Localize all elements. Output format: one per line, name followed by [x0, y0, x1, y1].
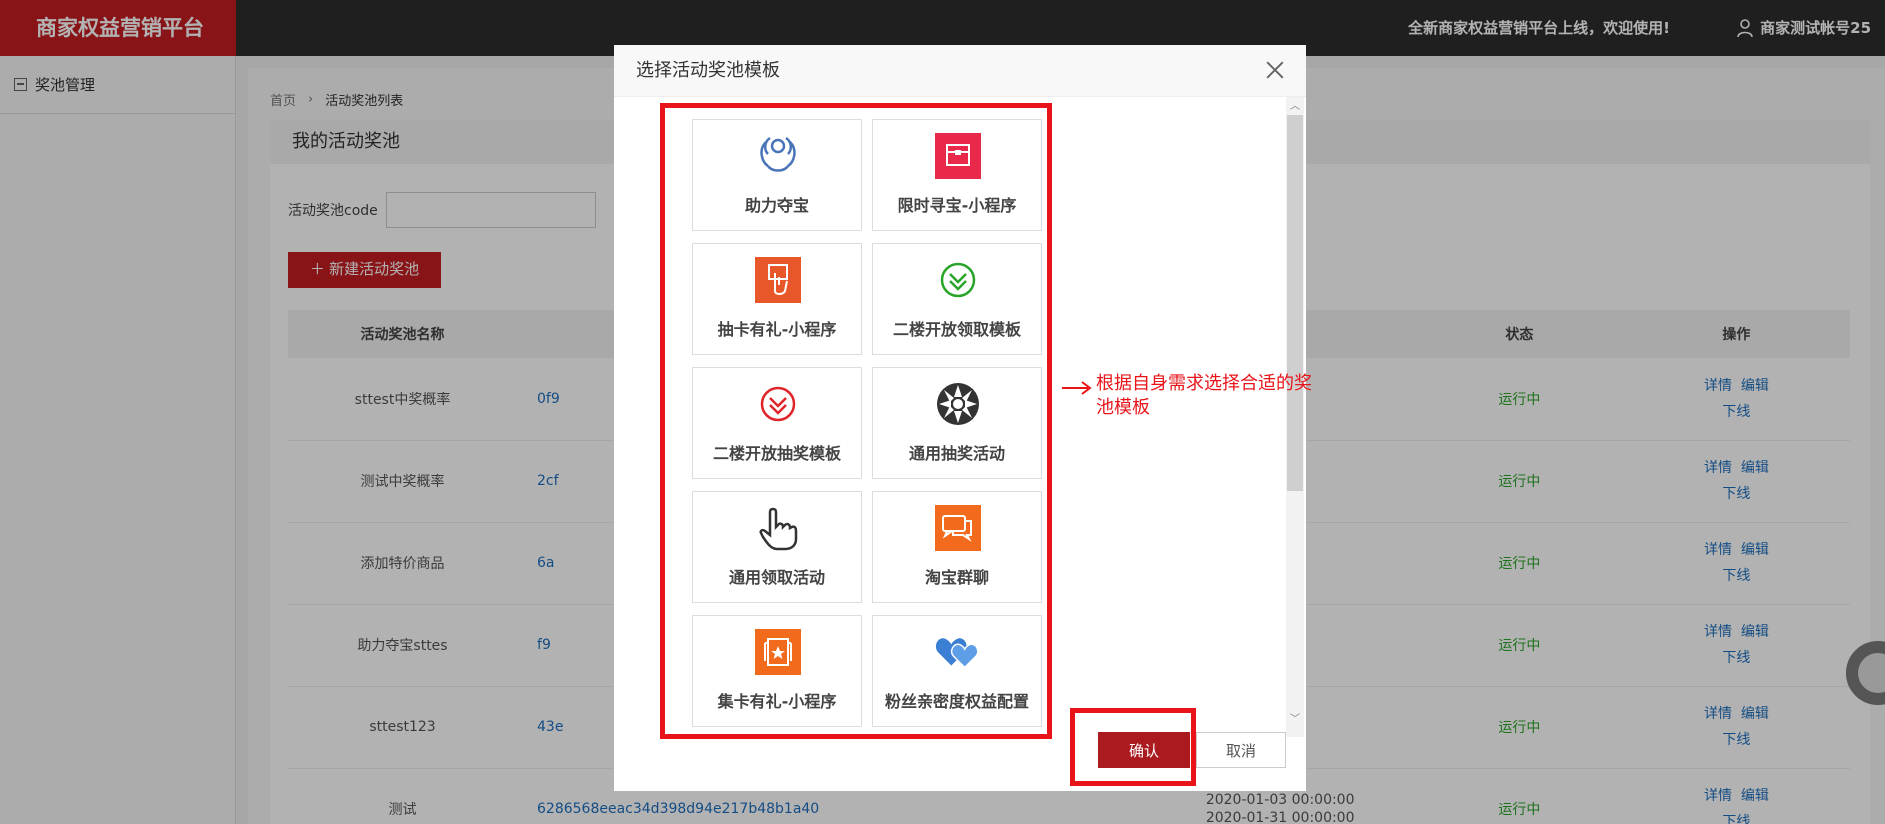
template-label: 二楼开放抽奖模板 [712, 444, 841, 463]
template-label: 通用抽奖活动 [908, 444, 1005, 463]
double-chevron-green-icon [934, 256, 982, 304]
close-icon[interactable] [1260, 55, 1290, 85]
template-label: 淘宝群聊 [924, 568, 989, 587]
star-card-icon [754, 628, 802, 676]
treasure-chest-icon [934, 132, 982, 180]
template-label: 集卡有礼-小程序 [717, 692, 837, 711]
template-label: 抽卡有礼-小程序 [717, 320, 837, 339]
template-card-help-treasure[interactable]: 助力夺宝 [692, 119, 862, 231]
template-card-general-claim[interactable]: 通用领取活动 [692, 491, 862, 603]
arrow-right-icon [1062, 381, 1092, 395]
template-card-second-floor-lottery[interactable]: 二楼开放抽奖模板 [692, 367, 862, 479]
confirm-button[interactable]: 确认 [1098, 732, 1190, 768]
template-label: 粉丝亲密度权益配置 [884, 692, 1029, 711]
template-card-collect-card[interactable]: 集卡有礼-小程序 [692, 615, 862, 727]
wheel-icon [934, 380, 982, 428]
dialog-title: 选择活动奖池模板 [614, 45, 1306, 97]
template-label: 助力夺宝 [744, 196, 809, 215]
template-label: 限时寻宝-小程序 [897, 196, 1017, 215]
cancel-button[interactable]: 取消 [1196, 732, 1286, 768]
template-label: 二楼开放领取模板 [892, 320, 1021, 339]
scrollbar-thumb[interactable] [1287, 115, 1303, 491]
chevron-up-icon[interactable]: ︿ [1290, 102, 1300, 112]
template-card-fan-intimacy[interactable]: 粉丝亲密度权益配置 [872, 615, 1042, 727]
template-label: 通用领取活动 [728, 568, 825, 587]
hint-annotation: 根据自身需求选择合适的奖池模板 [1096, 373, 1312, 418]
hearts-icon [934, 628, 982, 676]
hand-card-icon [754, 256, 802, 304]
chevron-down-icon[interactable]: ﹀ [1290, 715, 1300, 725]
template-card-taobao-group-chat[interactable]: 淘宝群聊 [872, 491, 1042, 603]
template-card-general-lottery[interactable]: 通用抽奖活动 [872, 367, 1042, 479]
template-card-draw-card[interactable]: 抽卡有礼-小程序 [692, 243, 862, 355]
chat-bubbles-icon [934, 504, 982, 552]
pointer-hand-icon [754, 504, 802, 552]
template-select-dialog: 选择活动奖池模板 助力夺宝 限时寻宝-小程序 抽卡有礼-小程序 二楼开放领取模板… [614, 45, 1312, 791]
template-card-second-floor-claim[interactable]: 二楼开放领取模板 [872, 243, 1042, 355]
template-card-timed-treasure[interactable]: 限时寻宝-小程序 [872, 119, 1042, 231]
people-helping-icon [754, 132, 802, 180]
double-chevron-red-icon [754, 380, 802, 428]
